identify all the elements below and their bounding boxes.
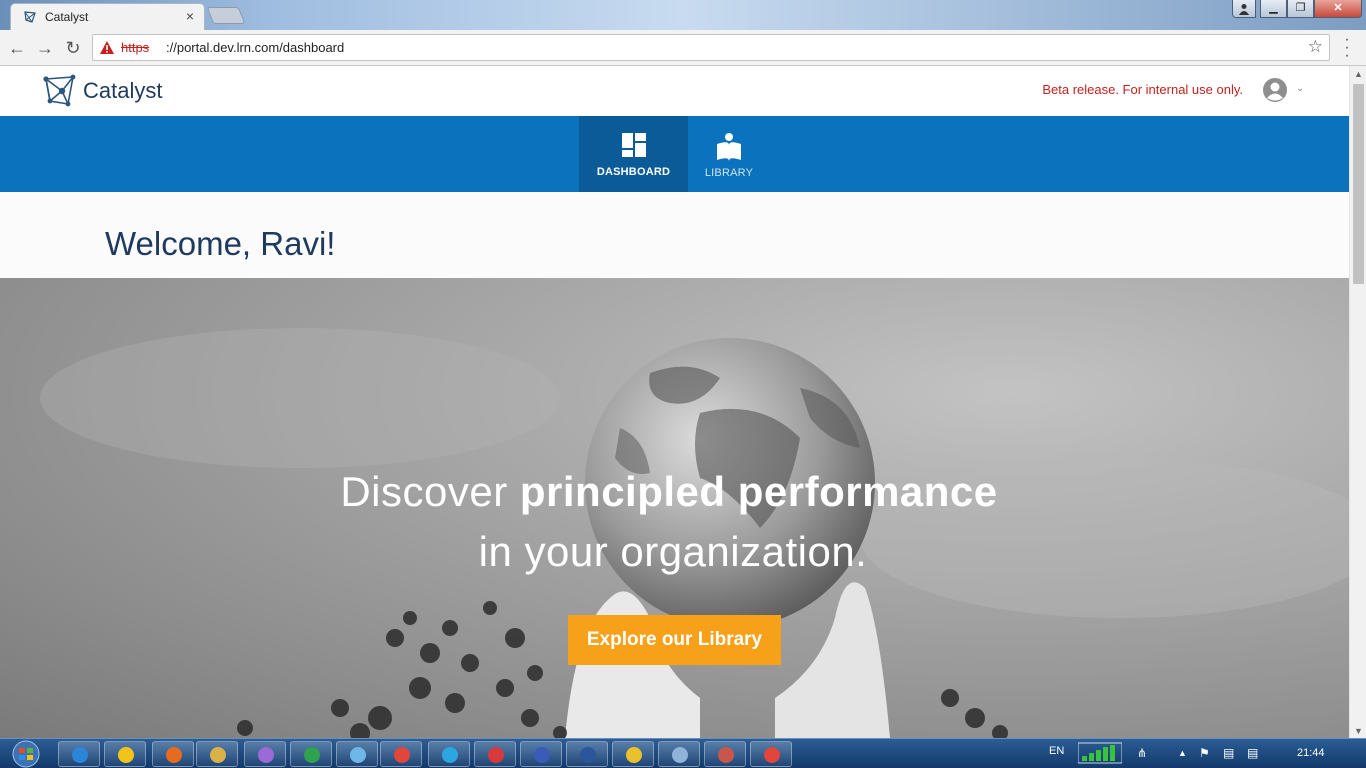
messenger-icon <box>350 747 366 763</box>
maximize-button[interactable]: ❐ <box>1287 0 1314 18</box>
skype-icon <box>442 747 458 763</box>
explorer-icon <box>210 747 226 763</box>
tab-close-button[interactable]: × <box>186 8 194 24</box>
paint-icon <box>258 747 274 763</box>
taskbar-app-word[interactable] <box>566 741 608 767</box>
beta-notice: Beta release. For internal use only. <box>1042 82 1243 97</box>
app-header: Catalyst Beta release. For internal use … <box>0 66 1349 116</box>
main-nav: DASHBOARD LIBRARY <box>0 116 1349 192</box>
taskbar-app-vpn[interactable] <box>520 741 562 767</box>
taskbar-app-folder[interactable] <box>658 741 700 767</box>
outlook-icon <box>118 747 134 763</box>
hero-headline-plain: Discover <box>340 468 520 515</box>
hero-headline: Discover principled performance <box>0 468 1338 516</box>
warning-icon <box>100 41 114 54</box>
tools-icon <box>718 747 734 763</box>
system-clock[interactable]: 21:44 <box>1297 747 1325 759</box>
taskbar-app-messenger[interactable] <box>336 741 378 767</box>
forward-button[interactable]: → <box>34 37 56 59</box>
windows-taskbar: EN ⋔ ▲ ⚑ ▤ ▤ 21:44 <box>0 738 1366 768</box>
taskbar-app-tools[interactable] <box>704 741 746 767</box>
browser-title-bar: Catalyst × ▁ ❐ ✕ <box>0 0 1366 30</box>
firefox-icon <box>166 747 182 763</box>
tab-title: Catalyst <box>45 10 89 24</box>
user-avatar-icon[interactable] <box>1262 77 1288 103</box>
taskbar-app-cisco[interactable] <box>474 741 516 767</box>
power-icon[interactable]: ▤ <box>1247 746 1258 760</box>
user-icon <box>1239 4 1249 15</box>
welcome-heading: Welcome, Ravi! <box>105 225 336 262</box>
arrow-left-icon: ← <box>8 38 26 58</box>
url-text: ://portal.dev.lrn.com/dashboard <box>166 40 345 55</box>
windows-start-icon[interactable] <box>8 740 44 768</box>
catalyst-logo-icon[interactable] <box>42 74 78 110</box>
chevron-down-icon[interactable]: ⌄ <box>1296 83 1304 94</box>
close-window-button[interactable]: ✕ <box>1314 0 1362 18</box>
pidgin-icon <box>626 747 642 763</box>
page-viewport: Catalyst Beta release. For internal use … <box>0 66 1349 738</box>
browser-menu-icon[interactable]: · · · <box>1342 32 1352 64</box>
ie-icon <box>72 747 88 763</box>
library-icon <box>717 133 741 161</box>
taskbar-app-ie[interactable] <box>58 741 100 767</box>
taskbar-app-skype[interactable] <box>428 741 470 767</box>
language-indicator[interactable]: EN <box>1049 745 1064 757</box>
minimize-button[interactable]: ▁ <box>1260 0 1287 18</box>
action-center-flag-icon[interactable]: ⚑ <box>1199 746 1210 760</box>
bookmark-star-icon[interactable]: ☆ <box>1308 37 1323 57</box>
cisco-icon <box>488 747 504 763</box>
browser-tab[interactable]: Catalyst × <box>10 3 205 30</box>
taskbar-app-chrome[interactable] <box>380 741 422 767</box>
taskbar-app-hangouts[interactable] <box>290 741 332 767</box>
hangouts-icon <box>304 747 320 763</box>
app-logo-text[interactable]: Catalyst <box>83 78 162 104</box>
tab-dashboard[interactable]: DASHBOARD <box>579 116 688 192</box>
reload-button[interactable]: ↻ <box>62 37 84 59</box>
scroll-up-icon[interactable]: ▲ <box>1354 69 1363 79</box>
explore-library-button[interactable]: Explore our Library <box>568 615 781 665</box>
word-icon <box>580 747 596 763</box>
network-icon[interactable]: ▤ <box>1223 746 1234 760</box>
tab-library[interactable]: LIBRARY <box>688 116 770 192</box>
hero-subline: in your organization. <box>478 528 868 575</box>
scroll-thumb[interactable] <box>1353 84 1364 284</box>
address-bar[interactable]: https ://portal.dev.lrn.com/dashboard ☆ <box>92 34 1330 61</box>
arrow-right-icon: → <box>36 38 54 58</box>
tab-dashboard-label: DASHBOARD <box>596 166 671 178</box>
back-button[interactable]: ← <box>6 37 28 59</box>
taskbar-app-explorer[interactable] <box>196 741 238 767</box>
reload-icon: ↻ <box>65 38 81 58</box>
vpn-icon <box>534 747 550 763</box>
url-scheme: https <box>121 40 150 55</box>
browser-toolbar: ← → ↻ https ://portal.dev.lrn.com/dashbo… <box>0 30 1366 66</box>
network-signal-icon[interactable] <box>1078 742 1122 764</box>
taskbar-app-chrome[interactable] <box>750 741 792 767</box>
welcome-section: Welcome, Ravi! <box>0 192 1349 278</box>
new-tab-button[interactable] <box>206 7 246 24</box>
chrome-icon <box>394 747 410 763</box>
page-scrollbar[interactable]: ▲ ▼ <box>1349 66 1366 738</box>
hero-headline-bold: principled performance <box>519 468 998 515</box>
chrome-icon <box>764 747 780 763</box>
tab-library-label: LIBRARY <box>704 167 754 179</box>
profile-button[interactable] <box>1232 0 1256 18</box>
scroll-down-icon[interactable]: ▼ <box>1354 726 1363 736</box>
folder-icon <box>672 747 688 763</box>
show-hidden-icons-icon[interactable]: ▲ <box>1178 748 1187 758</box>
dashboard-icon <box>621 133 646 157</box>
hero-banner: Discover principled performance in your … <box>0 278 1349 738</box>
taskbar-app-outlook[interactable] <box>104 741 146 767</box>
catalyst-favicon-icon <box>24 11 36 23</box>
taskbar-app-firefox[interactable] <box>152 741 194 767</box>
taskbar-app-paint[interactable] <box>244 741 286 767</box>
wireless-icon[interactable]: ⋔ <box>1137 746 1147 760</box>
taskbar-app-pidgin[interactable] <box>612 741 654 767</box>
